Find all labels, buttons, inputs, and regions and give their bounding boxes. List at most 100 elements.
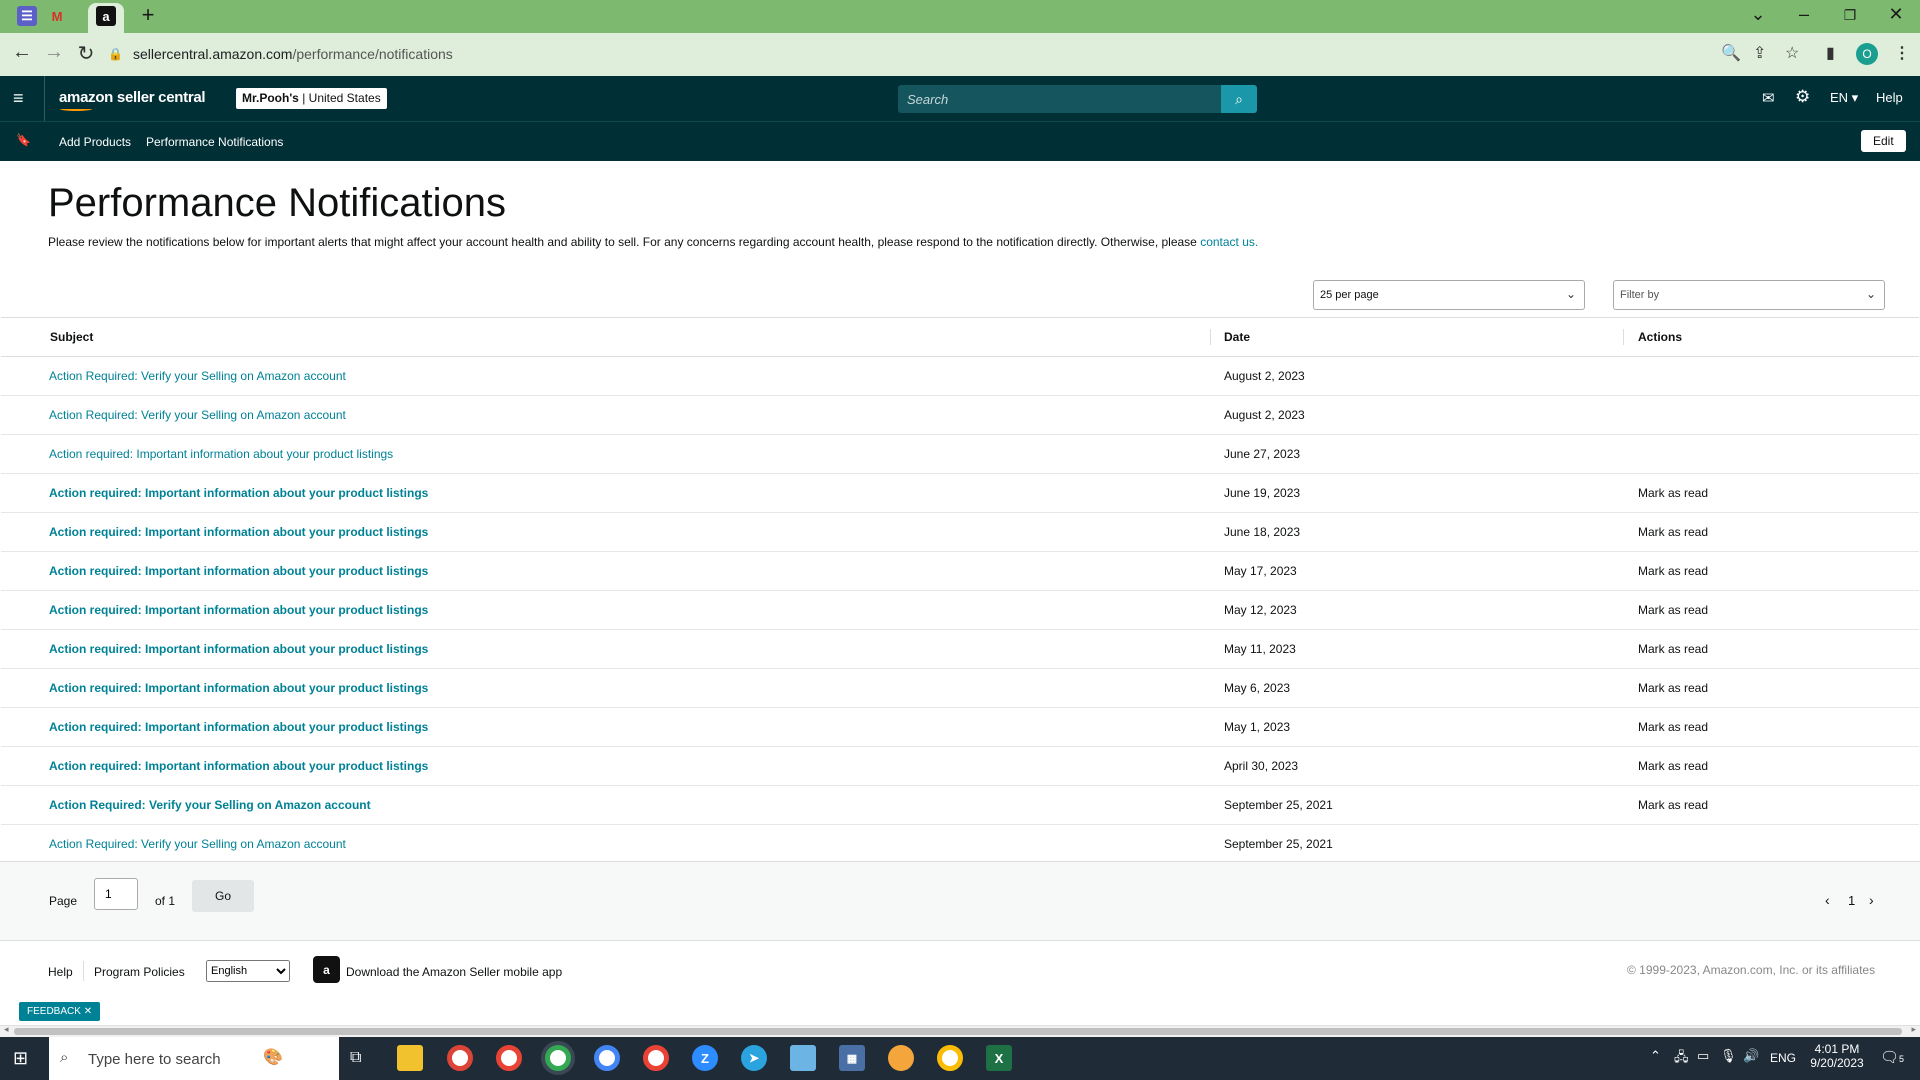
mark-as-read-action[interactable]: Mark as read [1623,512,1919,552]
edit-button[interactable]: Edit [1861,130,1906,152]
mail-icon[interactable]: ✉ [1762,89,1775,107]
tab-search-chevron-icon[interactable]: ⌄ [1736,4,1780,25]
bookmark-star-icon[interactable]: ☆ [1785,43,1799,63]
contact-us-link[interactable]: contact us. [1200,235,1258,249]
footer-help-link[interactable]: Help [48,965,73,979]
excel-icon[interactable]: X [986,1045,1012,1071]
current-page-number[interactable]: 1 [1848,893,1855,908]
active-tab[interactable]: a [88,3,124,33]
mark-as-read-action[interactable]: Mark as read [1623,746,1919,786]
language-selector[interactable]: EN ▾ [1830,90,1858,106]
chrome-profile-m-icon[interactable] [594,1045,620,1071]
notification-subject-link[interactable]: Action required: Important information a… [49,681,428,695]
table-row: Action required: Important information a… [1,746,1919,786]
mark-as-read-action[interactable]: Mark as read [1623,551,1919,591]
notification-subject-link[interactable]: Action Required: Verify your Selling on … [49,837,346,851]
footer-program-policies-link[interactable]: Program Policies [94,965,185,979]
back-icon[interactable]: ← [7,41,37,64]
browser-menu-icon[interactable]: ⋮ [1894,43,1910,63]
new-tab-icon[interactable]: + [126,2,170,28]
microphone-icon[interactable]: 🎙 [1720,1048,1737,1064]
chrome-active-icon[interactable] [545,1045,571,1071]
restore-icon[interactable]: ❐ [1828,7,1872,24]
notification-subject-link[interactable]: Action Required: Verify your Selling on … [49,408,346,422]
file-explorer-icon[interactable] [397,1045,423,1071]
tab-favicon-gmail[interactable]: M [47,6,67,26]
taskbar-search-box[interactable]: ⌕ Type here to search 🎨 [49,1037,339,1080]
notification-subject-link[interactable]: Action required: Important information a… [49,603,428,617]
date-cell: June 19, 2023 [1210,473,1623,513]
filter-select[interactable]: Filter by ⌄ [1613,280,1885,310]
tab-favicon-app[interactable]: ☰ [17,6,37,26]
notification-subject-link[interactable]: Action required: Important information a… [49,486,428,500]
input-language[interactable]: ENG [1770,1051,1796,1065]
seller-central-logo[interactable]: amazon seller central [59,89,206,106]
notification-subject-link[interactable]: Action required: Important information a… [49,720,428,734]
mark-as-read-action[interactable]: Mark as read [1623,629,1919,669]
show-hidden-icons[interactable]: ⌃ [1650,1048,1661,1064]
close-window-icon[interactable]: ✕ [1874,4,1918,25]
download-app-link[interactable]: Download the Amazon Seller mobile app [346,965,562,979]
notification-subject-link[interactable]: Action required: Important information a… [49,642,428,656]
per-page-select[interactable]: 25 per page ⌄ [1313,280,1585,310]
page-number-input[interactable] [94,878,138,910]
share-icon[interactable]: ⇪ [1753,43,1766,63]
mark-as-read-action[interactable]: Mark as read [1623,473,1919,513]
notification-subject-link[interactable]: Action required: Important information a… [49,525,428,539]
search-input[interactable]: Search [898,85,1221,113]
zoom-app-icon[interactable]: Z [692,1045,718,1071]
forward-icon[interactable]: → [39,41,69,64]
notification-subject-link[interactable]: Action required: Important information a… [49,759,428,773]
reload-icon[interactable]: ↻ [71,41,101,66]
chrome-profile-r-icon[interactable] [643,1045,669,1071]
mark-as-read-action[interactable]: Mark as read [1623,707,1919,747]
notification-subject-link[interactable]: Action Required: Verify your Selling on … [49,798,371,812]
close-icon[interactable]: ✕ [84,1006,92,1017]
scrollbar-thumb[interactable] [14,1028,1902,1035]
clock[interactable]: 4:01 PM 9/20/2023 [1806,1042,1868,1070]
side-panel-icon[interactable]: ▮ [1826,43,1835,63]
feedback-button[interactable]: FEEDBACK ✕ [19,1002,101,1021]
chrome-profile-d-icon[interactable] [496,1045,522,1071]
chrome-profile-extra-icon[interactable] [937,1045,963,1071]
notification-subject-link[interactable]: Action required: Important information a… [49,447,393,461]
mark-as-read-action[interactable]: Mark as read [1623,668,1919,708]
notification-center-icon[interactable]: 🗨5 [1880,1048,1904,1066]
calculator-icon[interactable]: ▦ [839,1045,865,1071]
store-switcher[interactable]: Mr.Pooh's | United States [236,88,387,109]
help-link[interactable]: Help [1876,90,1903,105]
profile-avatar[interactable]: O [1856,43,1878,65]
network-icon[interactable]: 🖧 [1674,1048,1689,1070]
scroll-left-icon[interactable]: ◂ [4,1024,9,1035]
mark-as-read-action[interactable]: Mark as read [1623,590,1919,630]
notification-subject-link[interactable]: Action required: Important information a… [49,564,428,578]
minimize-icon[interactable]: – [1782,4,1826,25]
bookmark-icon[interactable]: 🔖 [16,133,31,147]
nav-performance-notifications[interactable]: Performance Notifications [146,135,283,149]
volume-icon[interactable]: 🔊 [1743,1048,1759,1064]
telegram-icon[interactable]: ➤ [741,1045,767,1071]
browser-toolbar: ← → ↻ 🔒 sellercentral.amazon.com/perform… [0,33,1920,76]
subject-cell: Action required: Important information a… [1,512,1210,552]
notification-subject-link[interactable]: Action Required: Verify your Selling on … [49,369,346,383]
horizontal-scrollbar[interactable]: ◂ ▸ [0,1024,1920,1037]
zoom-icon[interactable]: 🔍 [1721,43,1741,63]
hamburger-menu-icon[interactable]: ≡ [13,88,24,109]
meet-now-icon[interactable]: ▭ [1697,1048,1709,1064]
prev-page-icon[interactable]: ‹ [1825,892,1830,908]
gear-icon[interactable]: ⚙ [1795,87,1810,107]
app-face-icon[interactable] [888,1045,914,1071]
nav-add-products[interactable]: Add Products [59,135,131,149]
go-button[interactable]: Go [192,880,254,912]
windows-start-icon[interactable]: ⊞ [13,1048,28,1069]
footer-language-select[interactable]: English [206,960,290,982]
notepad-icon[interactable] [790,1045,816,1071]
next-page-icon[interactable]: › [1869,892,1874,908]
search-button[interactable]: ⌕ [1221,85,1257,113]
scroll-right-icon[interactable]: ▸ [1911,1024,1916,1035]
mark-as-read-action[interactable]: Mark as read [1623,785,1919,825]
address-bar[interactable]: 🔒 sellercentral.amazon.com/performance/n… [108,38,1798,70]
task-view-icon[interactable]: ⧉ [350,1049,361,1067]
amazon-app-icon[interactable]: a [313,956,340,983]
chrome-icon[interactable] [447,1045,473,1071]
